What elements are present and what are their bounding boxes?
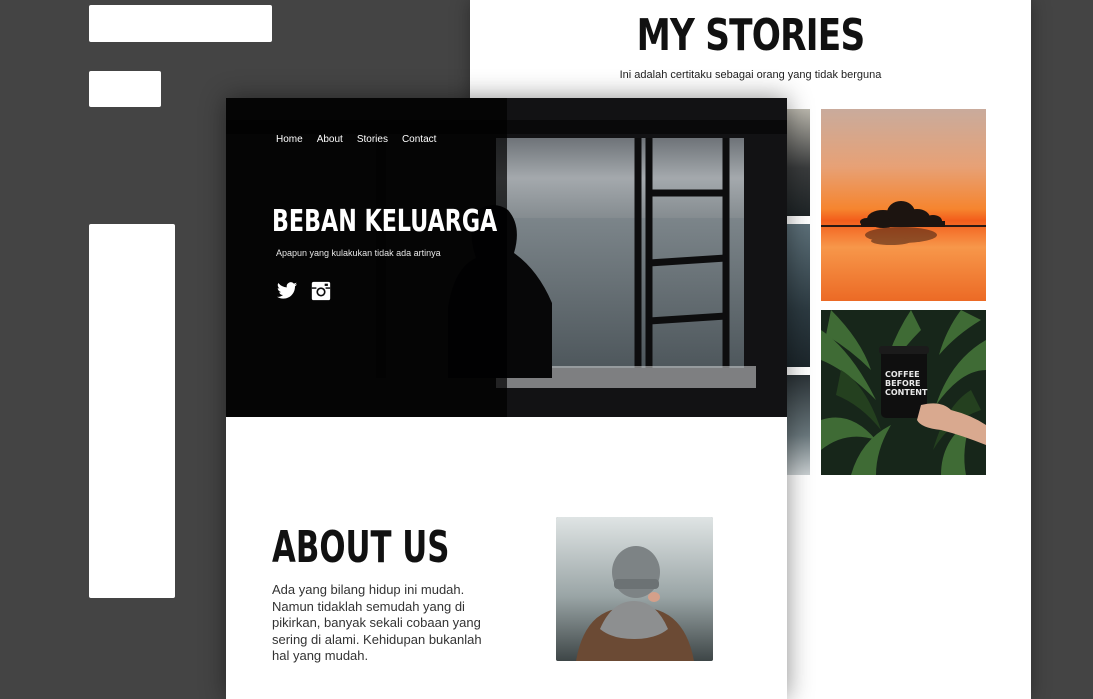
nav-stories[interactable]: Stories (357, 134, 388, 145)
twitter-icon[interactable] (276, 280, 298, 302)
about-text: Ada yang bilang hidup ini mudah. Namun t… (272, 582, 482, 663)
hero-title: BEBAN KELUARGA (272, 204, 498, 239)
story-photo-strip[interactable] (786, 109, 810, 216)
nav-about[interactable]: About (317, 134, 343, 145)
story-photo-strip[interactable] (786, 224, 810, 367)
story-photo-sunset[interactable] (821, 109, 986, 301)
nav-home[interactable]: Home (276, 134, 303, 145)
about-title: ABOUT US (272, 522, 450, 573)
hero-subtitle: Apapun yang kulakukan tidak ada artinya (276, 248, 441, 258)
person-beanie-image (556, 517, 713, 661)
story-photo-coffee[interactable]: COFFEE BEFORE CONTENT (821, 310, 986, 475)
stories-subtitle: Ini adalah certitaku sebagai orang yang … (619, 69, 882, 81)
story-photo-strip[interactable] (786, 375, 810, 475)
coffee-cup-label: COFFEE BEFORE CONTENT (885, 370, 928, 397)
hero-section: Home About Stories Contact BEBAN KELUARG… (226, 98, 787, 417)
instagram-icon[interactable] (310, 280, 332, 302)
about-photo (556, 517, 713, 661)
stories-title: MY STORIES (636, 10, 866, 61)
nav-contact[interactable]: Contact (402, 134, 436, 145)
home-page-preview: Home About Stories Contact BEBAN KELUARG… (226, 98, 787, 699)
sunset-island-image (821, 201, 986, 245)
placeholder-button (89, 71, 161, 107)
social-links (276, 280, 332, 302)
placeholder-column (89, 224, 175, 598)
main-nav: Home About Stories Contact (276, 134, 436, 145)
placeholder-bar (89, 5, 272, 42)
